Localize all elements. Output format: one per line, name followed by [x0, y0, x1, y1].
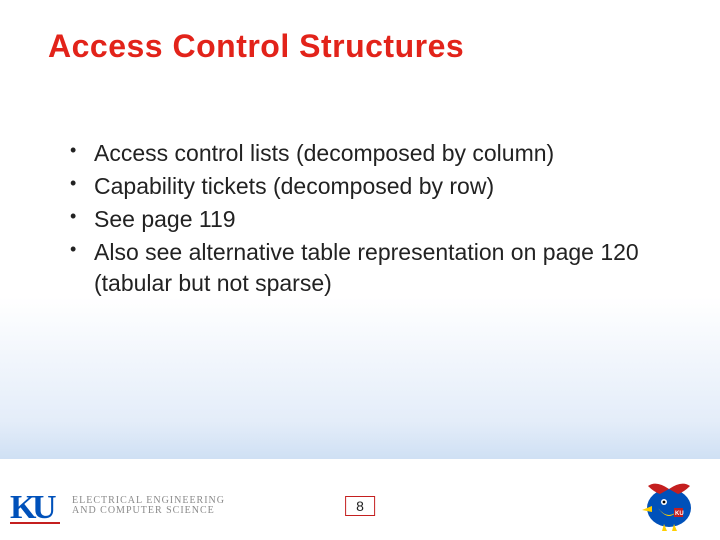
svg-text:U: U	[32, 489, 57, 526]
jayhawk-mascot-icon: KU	[634, 474, 704, 532]
department-label: ELECTRICAL ENGINEERING AND COMPUTER SCIE…	[72, 496, 225, 517]
dept-line-2: AND COMPUTER SCIENCE	[72, 506, 225, 517]
page-number: 8	[345, 496, 375, 516]
bullet-item: Access control lists (decomposed by colu…	[70, 138, 660, 169]
ku-logo-icon: K U	[10, 484, 64, 528]
bullet-item: See page 119	[70, 204, 660, 235]
svg-text:KU: KU	[675, 511, 684, 517]
footer-institution: K U ELECTRICAL ENGINEERING AND COMPUTER …	[10, 484, 225, 528]
bullet-item: Also see alternative table representatio…	[70, 237, 660, 299]
bullet-item: Capability tickets (decomposed by row)	[70, 171, 660, 202]
slide: Access Control Structures Access control…	[0, 0, 720, 540]
bullet-list: Access control lists (decomposed by colu…	[70, 138, 660, 301]
slide-title: Access Control Structures	[48, 28, 464, 65]
